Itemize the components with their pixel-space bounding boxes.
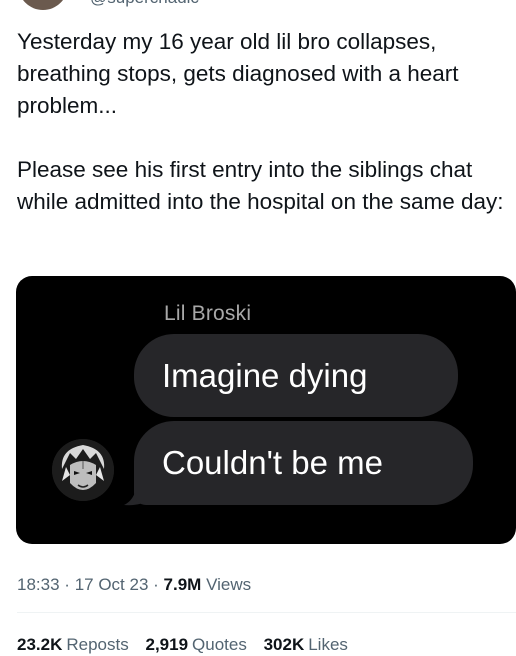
reposts-stat[interactable]: 23.2K Reposts: [17, 634, 129, 656]
tweet-date[interactable]: 17 Oct 23: [75, 575, 149, 594]
separator: ·: [153, 575, 159, 594]
author-handle[interactable]: @superchadic: [90, 0, 199, 8]
likes-label: Likes: [308, 635, 348, 654]
chat-message-text: Imagine dying: [162, 356, 368, 394]
quotes-stat[interactable]: 2,919 Quotes: [145, 634, 246, 656]
tweet-paragraph: Yesterday my 16 year old lil bro collaps…: [17, 29, 459, 118]
chat-message-bubble: Imagine dying: [134, 334, 458, 417]
tweet-time[interactable]: 18:33: [17, 575, 60, 594]
tweet-stats: 23.2K Reposts 2,919 Quotes 302K Likes: [17, 634, 360, 656]
chat-avatar: [52, 439, 114, 501]
chat-message-text: Couldn't be me: [162, 444, 383, 481]
separator: ·: [64, 575, 70, 594]
chat-sender-name: Lil Broski: [164, 302, 252, 325]
views-count: 7.9M: [163, 575, 202, 594]
tweet-text: Yesterday my 16 year old lil bro collaps…: [17, 26, 507, 218]
quotes-label: Quotes: [192, 635, 247, 654]
reposts-count: 23.2K: [17, 635, 63, 654]
divider: [17, 612, 516, 613]
likes-count: 302K: [263, 635, 305, 654]
quotes-count: 2,919: [145, 635, 189, 654]
reposts-label: Reposts: [66, 635, 129, 654]
tweet-paragraph: Please see his first entry into the sibl…: [17, 157, 504, 214]
chat-message-bubble: Couldn't be me: [134, 421, 473, 505]
character-portrait-icon: [52, 439, 114, 501]
tweet-image[interactable]: Lil Broski Imagine dying Couldn't be me: [16, 276, 516, 544]
tweet-meta: 18:33 · 17 Oct 23 · 7.9M Views: [17, 574, 251, 596]
likes-stat[interactable]: 302K Likes: [264, 634, 348, 656]
views-label: Views: [206, 575, 252, 594]
author-avatar[interactable]: [18, 0, 68, 10]
